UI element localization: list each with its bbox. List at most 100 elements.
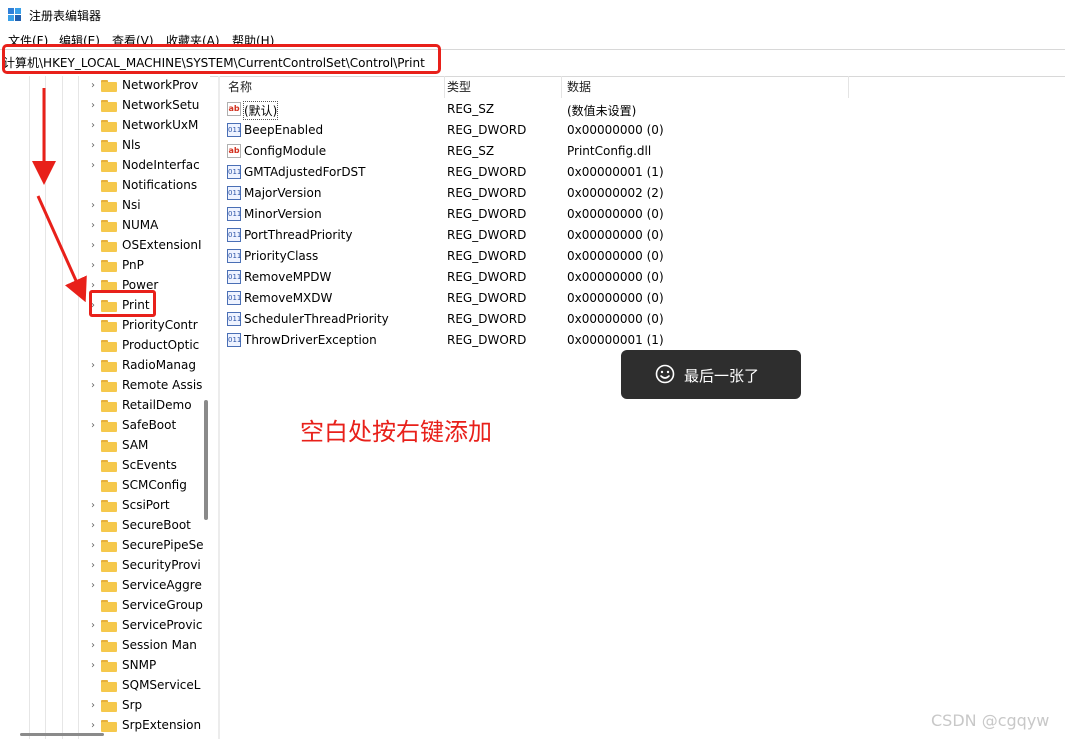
value-data: 0x00000000 (0) — [567, 207, 664, 221]
chevron-right-icon[interactable]: › — [88, 640, 98, 652]
chevron-right-icon[interactable]: › — [88, 520, 98, 532]
chevron-right-icon[interactable]: › — [88, 580, 98, 592]
column-header-name[interactable]: 名称 — [228, 78, 252, 95]
tree-item-label: ProductOptic — [122, 338, 200, 352]
tree-item[interactable]: RetailDemo — [88, 396, 210, 416]
chevron-right-icon[interactable]: › — [88, 100, 98, 112]
tree-item[interactable]: › ScsiPort — [88, 496, 210, 516]
tree-item[interactable]: ScEvents — [88, 456, 210, 476]
chevron-right-icon[interactable]: › — [88, 660, 98, 672]
value-row[interactable]: 011 RemoveMPDW REG_DWORD 0x00000000 (0) — [220, 267, 860, 288]
tree-item[interactable]: SCMConfig — [88, 476, 210, 496]
tree-item-label: PnP — [122, 258, 144, 272]
tree-item-label: NetworkUxM — [122, 118, 199, 132]
folder-icon — [101, 120, 117, 132]
tree-item[interactable]: PriorityContr — [88, 316, 210, 336]
tree-item[interactable]: › NetworkSetu — [88, 96, 210, 116]
tree-item[interactable]: SAM — [88, 436, 210, 456]
tree-item[interactable]: › NodeInterfac — [88, 156, 210, 176]
tree-item[interactable]: ProductOptic — [88, 336, 210, 356]
folder-icon — [101, 180, 117, 192]
tree-item[interactable]: › SecureBoot — [88, 516, 210, 536]
value-name: MinorVersion — [244, 207, 322, 221]
tree-item[interactable]: SQMServiceL — [88, 676, 210, 696]
window-title: 注册表编辑器 — [29, 9, 102, 23]
values-list[interactable]: 名称 类型 数据 ab (默认) REG_SZ (数值未设置) 011 BeepEnabl… — [220, 76, 1065, 739]
toast-text: 最后一张了 — [684, 367, 760, 385]
tree-guide-line — [45, 76, 46, 739]
value-row[interactable]: ab ConfigModule REG_SZ PrintConfig.dll — [220, 141, 860, 162]
tree-item[interactable]: › OSExtensionI — [88, 236, 210, 256]
value-row[interactable]: 011 PortThreadPriority REG_DWORD 0x00000000… — [220, 225, 860, 246]
tree-item-label: ServiceAggre — [122, 578, 202, 592]
tree-horizontal-scrollbar[interactable] — [20, 733, 104, 736]
tree-item[interactable]: › SNMP — [88, 656, 210, 676]
value-row[interactable]: 011 ThrowDriverException REG_DWORD 0x000000… — [220, 330, 860, 351]
tree-item-label: Nsi — [122, 198, 141, 212]
tree-item[interactable]: › ServiceAggre — [88, 576, 210, 596]
chevron-right-icon[interactable]: › — [88, 240, 98, 252]
value-row[interactable]: 011 BeepEnabled REG_DWORD 0x00000000 (0) — [220, 120, 860, 141]
chevron-right-icon[interactable]: › — [88, 260, 98, 272]
tree-item-label: SrpExtension — [122, 718, 202, 732]
chevron-right-icon[interactable]: › — [88, 120, 98, 132]
tree-item[interactable]: › Session Man — [88, 636, 210, 656]
value-row[interactable]: ab (默认) REG_SZ (数值未设置) — [220, 99, 860, 120]
value-type: REG_SZ — [447, 144, 495, 158]
key-tree[interactable]: › NetworkProv › NetworkSetu › NetworkUxM › Nls ›… — [0, 76, 210, 739]
value-row[interactable]: 011 RemoveMXDW REG_DWORD 0x00000000 (0) — [220, 288, 860, 309]
chevron-right-icon[interactable]: › — [88, 500, 98, 512]
value-row[interactable]: 011 PriorityClass REG_DWORD 0x00000000 (0) — [220, 246, 860, 267]
tree-item[interactable]: › SecurePipeSe — [88, 536, 210, 556]
chevron-right-icon[interactable]: › — [88, 160, 98, 172]
value-row[interactable]: 011 SchedulerThreadPriority REG_DWORD 0x000… — [220, 309, 860, 330]
tree-item[interactable]: › Nsi — [88, 196, 210, 216]
chevron-right-icon[interactable]: › — [88, 80, 98, 92]
tree-item[interactable]: › NetworkUxM — [88, 116, 210, 136]
folder-icon — [101, 160, 117, 172]
tree-item[interactable]: › NUMA — [88, 216, 210, 236]
column-header-type[interactable]: 类型 — [447, 78, 471, 95]
folder-icon — [101, 700, 117, 712]
tree-item[interactable]: › Nls — [88, 136, 210, 156]
chevron-right-icon[interactable]: › — [88, 140, 98, 152]
tree-item[interactable]: › Srp — [88, 696, 210, 716]
column-divider[interactable] — [561, 76, 562, 98]
value-name: GMTAdjustedForDST — [244, 165, 366, 179]
tree-item[interactable]: › SrpExtension — [88, 716, 210, 736]
tree-vertical-scrollbar[interactable] — [204, 400, 208, 520]
tree-item[interactable]: › SecurityProvi — [88, 556, 210, 576]
folder-icon — [101, 80, 117, 92]
chevron-right-icon[interactable]: › — [88, 360, 98, 372]
chevron-right-icon[interactable]: › — [88, 200, 98, 212]
chevron-right-icon[interactable]: › — [88, 540, 98, 552]
tree-item[interactable]: › PnP — [88, 256, 210, 276]
tree-item[interactable]: ServiceGroup — [88, 596, 210, 616]
chevron-right-icon[interactable]: › — [88, 720, 98, 732]
tree-item-label: ScEvents — [122, 458, 177, 472]
tree-item-label: OSExtensionI — [122, 238, 202, 252]
column-header-data[interactable]: 数据 — [567, 78, 591, 95]
chevron-right-icon[interactable]: › — [88, 380, 98, 392]
value-row[interactable]: 011 MajorVersion REG_DWORD 0x00000002 (2) — [220, 183, 860, 204]
tree-item[interactable]: › SafeBoot — [88, 416, 210, 436]
tree-item[interactable]: › Remote Assis — [88, 376, 210, 396]
binary-value-icon: 011 — [227, 207, 241, 221]
chevron-right-icon[interactable]: › — [88, 560, 98, 572]
column-divider[interactable] — [848, 76, 849, 98]
chevron-right-icon[interactable]: › — [88, 220, 98, 232]
tree-item[interactable]: › ServiceProvic — [88, 616, 210, 636]
string-value-icon: ab — [227, 102, 241, 116]
value-row[interactable]: 011 MinorVersion REG_DWORD 0x00000000 (0) — [220, 204, 860, 225]
tree-item-label: ServiceProvic — [122, 618, 203, 632]
chevron-right-icon[interactable]: › — [88, 700, 98, 712]
tree-item-label: SafeBoot — [122, 418, 177, 432]
tree-item-label: Remote Assis — [122, 378, 203, 392]
tree-item[interactable]: › RadioManag — [88, 356, 210, 376]
chevron-right-icon[interactable]: › — [88, 420, 98, 432]
chevron-right-icon[interactable]: › — [88, 620, 98, 632]
tree-item[interactable]: Notifications — [88, 176, 210, 196]
column-divider[interactable] — [444, 76, 445, 98]
tree-item[interactable]: › NetworkProv — [88, 76, 210, 96]
value-row[interactable]: 011 GMTAdjustedForDST REG_DWORD 0x00000001 … — [220, 162, 860, 183]
